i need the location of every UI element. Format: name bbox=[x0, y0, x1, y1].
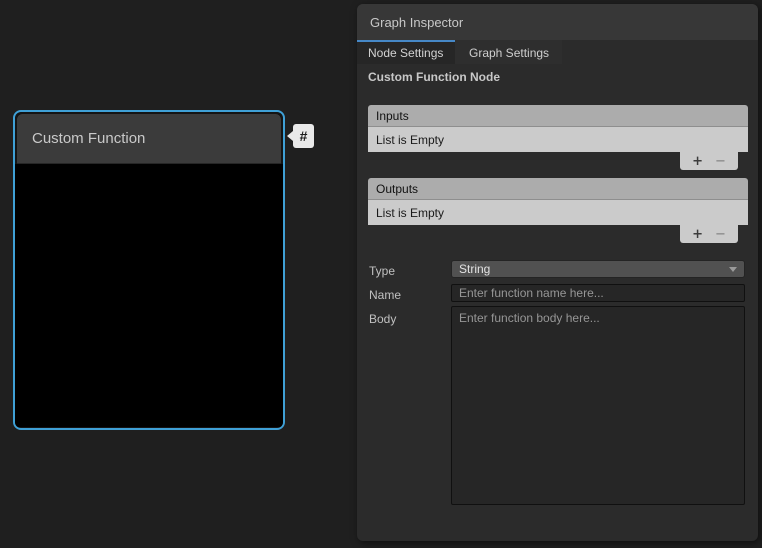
inputs-header-label: Inputs bbox=[376, 109, 409, 123]
function-body-textarea[interactable] bbox=[451, 306, 745, 505]
panel-title-bar: Graph Inspector bbox=[357, 4, 758, 40]
name-label: Name bbox=[369, 288, 401, 302]
tab-node-settings[interactable]: Node Settings bbox=[357, 40, 455, 64]
graph-inspector-panel: Graph Inspector Node Settings Graph Sett… bbox=[357, 4, 758, 541]
outputs-list: Outputs List is Empty + − bbox=[368, 178, 748, 243]
chevron-down-icon bbox=[729, 267, 737, 272]
inputs-list-footer: + − bbox=[368, 152, 748, 170]
panel-title: Graph Inspector bbox=[370, 15, 463, 30]
tab-graph-settings[interactable]: Graph Settings bbox=[455, 40, 562, 64]
outputs-header-label: Outputs bbox=[376, 182, 418, 196]
node-title-bar[interactable]: Custom Function bbox=[17, 114, 281, 164]
inputs-footer-buttons: + − bbox=[680, 152, 738, 170]
inputs-remove-button[interactable]: − bbox=[715, 155, 726, 168]
type-dropdown-value: String bbox=[459, 262, 490, 276]
node-docs-badge-button[interactable]: # bbox=[293, 124, 314, 148]
outputs-empty-row: List is Empty bbox=[368, 200, 748, 225]
body-label: Body bbox=[369, 312, 396, 326]
graph-canvas[interactable]: Custom Function # Graph Inspector Node S… bbox=[0, 0, 762, 548]
inputs-list: Inputs List is Empty + − bbox=[368, 105, 748, 170]
outputs-remove-button[interactable]: − bbox=[715, 228, 726, 241]
tab-label: Node Settings bbox=[368, 46, 443, 60]
hash-icon: # bbox=[300, 128, 308, 144]
inputs-empty-row: List is Empty bbox=[368, 127, 748, 152]
tab-label: Graph Settings bbox=[469, 46, 549, 60]
outputs-footer-buttons: + − bbox=[680, 225, 738, 243]
function-name-input[interactable] bbox=[451, 284, 745, 302]
outputs-empty-label: List is Empty bbox=[376, 206, 444, 220]
outputs-list-footer: + − bbox=[368, 225, 748, 243]
inputs-list-header: Inputs bbox=[368, 105, 748, 127]
tab-bar: Node Settings Graph Settings bbox=[357, 40, 758, 64]
type-dropdown[interactable]: String bbox=[451, 260, 745, 278]
type-label: Type bbox=[369, 264, 395, 278]
node-title: Custom Function bbox=[32, 130, 145, 147]
node-preview bbox=[15, 164, 283, 427]
inputs-add-button[interactable]: + bbox=[692, 155, 703, 168]
outputs-add-button[interactable]: + bbox=[692, 228, 703, 241]
custom-function-node[interactable]: Custom Function bbox=[13, 110, 285, 430]
section-title: Custom Function Node bbox=[368, 70, 500, 84]
outputs-list-header: Outputs bbox=[368, 178, 748, 200]
inputs-empty-label: List is Empty bbox=[376, 133, 444, 147]
